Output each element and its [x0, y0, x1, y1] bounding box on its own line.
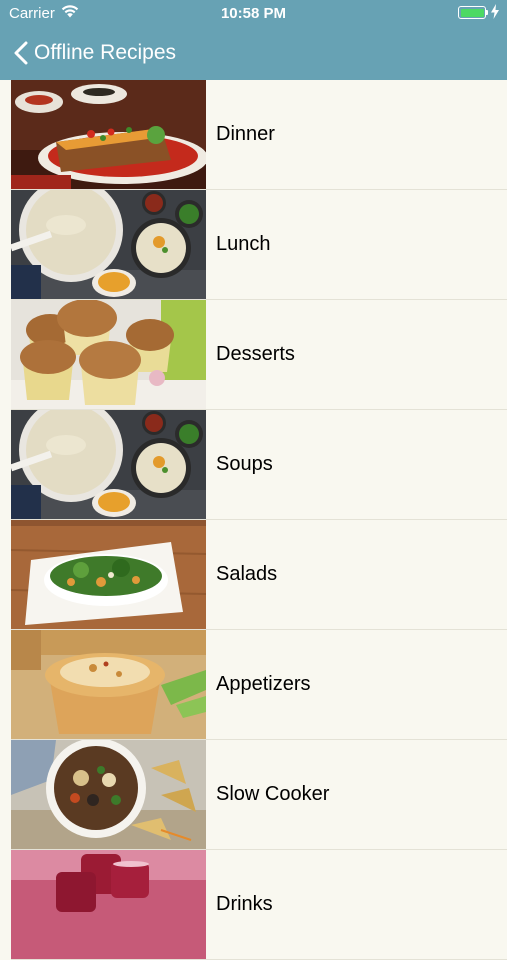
battery-cap [486, 10, 488, 15]
chevron-left-icon [14, 41, 28, 65]
category-label: Dinner [216, 123, 275, 145]
category-label: Salads [216, 563, 278, 585]
red-drinks-image [11, 850, 206, 959]
dinner-casserole-image [11, 80, 206, 189]
category-row-appetizers[interactable]: Appetizers [11, 630, 507, 740]
category-list: Dinner Lunch Desserts Soups Salads Appet… [11, 80, 507, 960]
category-row-drinks[interactable]: Drinks [11, 850, 507, 960]
category-row-salads[interactable]: Salads [11, 520, 507, 630]
status-bar: Carrier 10:58 PM [0, 0, 507, 28]
cheese-cups-image [11, 630, 206, 739]
app-header: Carrier 10:58 PM Offline Recipes [0, 0, 507, 80]
category-label: Drinks [216, 893, 273, 915]
chili-bowl-image [11, 740, 206, 849]
battery-icon [458, 6, 486, 19]
category-label: Slow Cooker [216, 783, 330, 805]
category-row-desserts[interactable]: Desserts [11, 300, 507, 410]
category-label: Soups [216, 453, 273, 475]
category-row-lunch[interactable]: Lunch [11, 190, 507, 300]
category-label: Desserts [216, 343, 295, 365]
category-label: Lunch [216, 233, 271, 255]
clock: 10:58 PM [220, 5, 287, 22]
potato-soup-image [11, 410, 206, 519]
category-row-soups[interactable]: Soups [11, 410, 507, 520]
navigation-bar: Offline Recipes [0, 30, 507, 76]
potato-soup-image [11, 190, 206, 299]
category-label: Appetizers [216, 673, 311, 695]
category-row-slow-cooker[interactable]: Slow Cooker [11, 740, 507, 850]
category-row-dinner[interactable]: Dinner [11, 80, 507, 190]
charging-bolt-icon [491, 4, 499, 19]
back-button-label: Offline Recipes [34, 41, 177, 64]
spinach-salad-image [11, 520, 206, 629]
back-button[interactable]: Offline Recipes [14, 37, 176, 69]
muffins-image [11, 300, 206, 409]
